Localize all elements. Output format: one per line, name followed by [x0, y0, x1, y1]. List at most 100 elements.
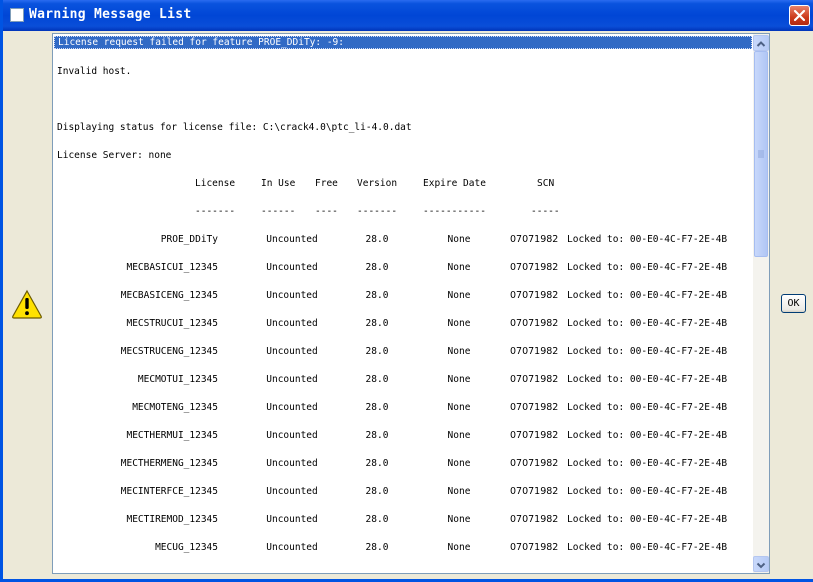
row-expire-date: None [447, 346, 471, 357]
row-locked-to: Locked to: 00-E0-4C-F7-2E-4B [567, 402, 728, 413]
underline-version: ------- [357, 206, 398, 217]
row-locked-to: Locked to: 00-E0-4C-F7-2E-4B [567, 318, 728, 329]
underline-expire-date: ----------- [423, 206, 486, 217]
row-locked-to: Locked to: 00-E0-4C-F7-2E-4B [567, 234, 728, 245]
scroll-down-button[interactable] [753, 556, 769, 572]
row-version: 28.0 [365, 234, 389, 245]
row-scn: 07071982 [510, 458, 559, 469]
row-version: 28.0 [365, 346, 389, 357]
header-in-use: In Use [261, 178, 296, 189]
row-version: 28.0 [365, 374, 389, 385]
window-icon [10, 8, 24, 22]
close-button[interactable] [789, 5, 810, 26]
row-locked-to: Locked to: 00-E0-4C-F7-2E-4B [567, 290, 728, 301]
underline-license: ------- [195, 206, 236, 217]
header-free: Free [315, 178, 338, 189]
underline-in-use: ------ [261, 206, 296, 217]
row-in-use: Uncounted [266, 318, 318, 329]
row-version: 28.0 [365, 542, 389, 553]
row-locked-to: Locked to: 00-E0-4C-F7-2E-4B [567, 458, 728, 469]
row-scn: 07071982 [510, 486, 559, 497]
row-locked-to: Locked to: 00-E0-4C-F7-2E-4B [567, 346, 728, 357]
row-scn: 07071982 [510, 374, 559, 385]
row-version: 28.0 [365, 458, 389, 469]
row-expire-date: None [447, 458, 471, 469]
chevron-up-icon [756, 41, 766, 47]
message-text-area[interactable]: License request failed for feature PROE_… [53, 34, 753, 573]
vertical-scrollbar[interactable] [753, 34, 769, 573]
row-in-use: Uncounted [266, 346, 318, 357]
row-version: 28.0 [365, 262, 389, 273]
row-in-use: Uncounted [266, 430, 318, 441]
row-locked-to: Locked to: 00-E0-4C-F7-2E-4B [567, 262, 728, 273]
row-expire-date: None [447, 430, 471, 441]
row-locked-to: Locked to: 00-E0-4C-F7-2E-4B [567, 542, 728, 553]
row-scn: 07071982 [510, 290, 559, 301]
row-in-use: Uncounted [266, 374, 318, 385]
row-scn: 07071982 [510, 318, 559, 329]
row-expire-date: None [447, 290, 471, 301]
row-expire-date: None [447, 486, 471, 497]
row-version: 28.0 [365, 318, 389, 329]
row-license: MECMOTENG_12345 [132, 402, 218, 413]
row-locked-to: Locked to: 00-E0-4C-F7-2E-4B [567, 514, 728, 525]
row-version: 28.0 [365, 486, 389, 497]
row-in-use: Uncounted [266, 290, 318, 301]
icon-panel [6, 31, 48, 579]
row-in-use: Uncounted [266, 542, 318, 553]
underline-free: ---- [315, 206, 338, 217]
header-expire-date: Expire Date [423, 178, 486, 189]
header-scn: SCN [537, 178, 555, 189]
close-icon [793, 9, 806, 22]
row-license: PROE_DDiTy [160, 234, 218, 245]
row-expire-date: None [447, 234, 471, 245]
row-in-use: Uncounted [266, 486, 318, 497]
server-line: License Server: none [57, 150, 172, 161]
message-list[interactable]: License request failed for feature PROE_… [52, 33, 770, 574]
row-version: 28.0 [365, 430, 389, 441]
row-in-use: Uncounted [266, 514, 318, 525]
row-license: MECTIREMOD_12345 [126, 514, 218, 525]
row-expire-date: None [447, 374, 471, 385]
row-in-use: Uncounted [266, 262, 318, 273]
row-version: 28.0 [365, 290, 389, 301]
title-bar[interactable]: Warning Message List [3, 0, 813, 31]
ok-button[interactable]: OK [781, 294, 806, 313]
warning-icon [12, 289, 42, 319]
row-scn: 07071982 [510, 234, 559, 245]
row-scn: 07071982 [510, 514, 559, 525]
row-expire-date: None [447, 402, 471, 413]
header-license: License [195, 178, 236, 189]
row-scn: 07071982 [510, 262, 559, 273]
row-scn: 07071982 [510, 402, 559, 413]
row-scn: 07071982 [510, 346, 559, 357]
row-scn: 07071982 [510, 430, 559, 441]
row-version: 28.0 [365, 402, 389, 413]
row-expire-date: None [447, 262, 471, 273]
warning-message-window: Warning Message List License request fai… [0, 0, 813, 582]
row-license: MECSTRUCUI_12345 [126, 318, 218, 329]
row-locked-to: Locked to: 00-E0-4C-F7-2E-4B [567, 486, 728, 497]
row-license: MECBASICUI_12345 [126, 262, 218, 273]
row-expire-date: None [447, 318, 471, 329]
row-expire-date: None [447, 542, 471, 553]
scroll-up-button[interactable] [753, 35, 769, 51]
row-locked-to: Locked to: 00-E0-4C-F7-2E-4B [567, 374, 728, 385]
row-license: MECBASICENG_12345 [120, 290, 218, 301]
underline-scn: ----- [531, 206, 560, 217]
row-version: 28.0 [365, 514, 389, 525]
chevron-down-icon [756, 562, 766, 569]
row-license: MECSTRUCENG_12345 [120, 346, 218, 357]
row-in-use: Uncounted [266, 402, 318, 413]
button-panel: OK [774, 31, 813, 579]
row-license: MECUG_12345 [155, 542, 218, 553]
row-license: MECTHERMENG_12345 [120, 458, 218, 469]
row-in-use: Uncounted [266, 234, 318, 245]
scroll-thumb[interactable] [754, 51, 768, 257]
selected-message-line[interactable]: License request failed for feature PROE_… [54, 36, 752, 49]
row-license: MECTHERMUI_12345 [126, 430, 218, 441]
header-version: Version [357, 178, 398, 189]
status-line: Displaying status for license file: C:\c… [57, 122, 412, 133]
error-text: Invalid host. [57, 66, 132, 77]
row-license: MECMOTUI_12345 [137, 374, 218, 385]
